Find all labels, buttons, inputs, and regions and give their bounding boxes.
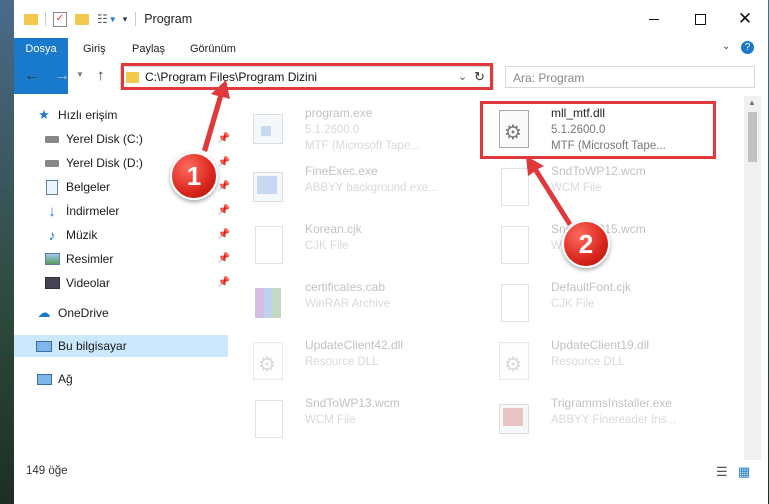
explorer-window: ✓ ☷ ▼ ▾ Program ✕ Dosya Giriş Paylaş Gör… — [14, 0, 768, 504]
arrow-two-icon — [526, 156, 572, 226]
step-badge-2: 2 — [562, 220, 610, 268]
step-badge-1: 1 — [170, 152, 218, 200]
annotation-arrows — [202, 80, 572, 226]
arrow-one-icon — [202, 80, 230, 152]
